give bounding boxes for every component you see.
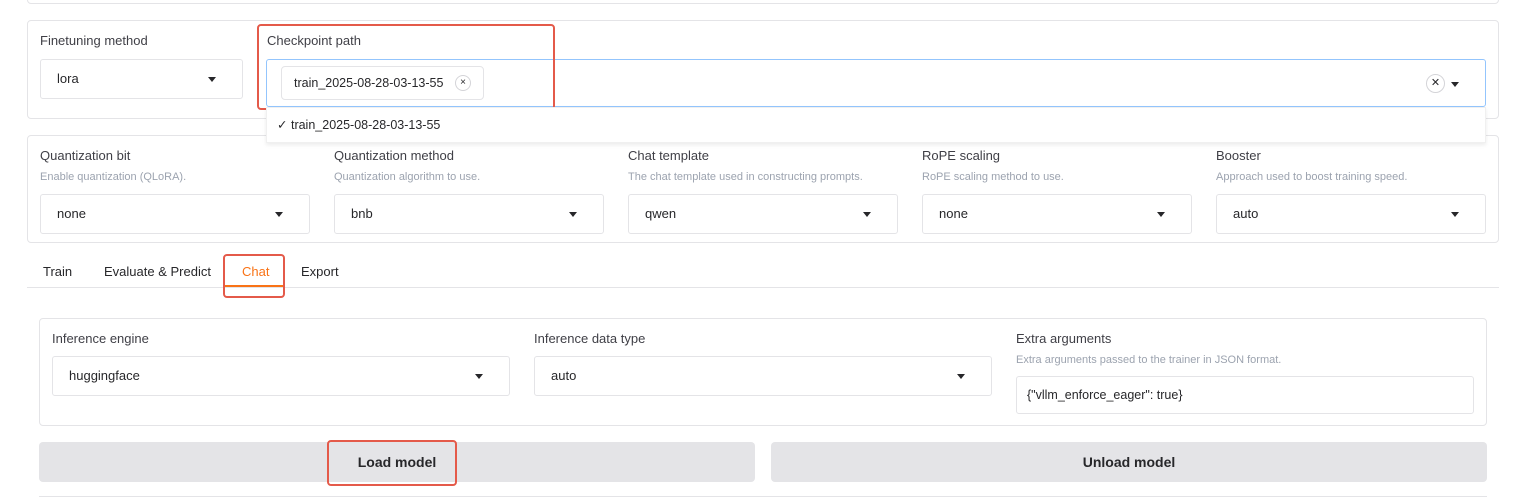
next-panel-edge <box>39 496 1487 500</box>
tab-evaluate-predict[interactable]: Evaluate & Predict <box>104 264 211 279</box>
extra-arguments-info: Extra arguments passed to the trainer in… <box>1016 354 1282 366</box>
checkpoint-option-label: train_2025-08-28-03-13-55 <box>290 118 441 132</box>
extra-arguments-label: Extra arguments <box>1016 331 1112 346</box>
extra-arguments-input[interactable]: {"vllm_enforce_eager": true} <box>1016 376 1474 414</box>
inference-dtype-label: Inference data type <box>534 331 646 346</box>
quantization-method-dropdown[interactable]: bnb <box>334 194 604 234</box>
chevron-down-icon <box>863 212 871 217</box>
inference-engine-value: huggingface <box>69 368 140 383</box>
quantization-method-label: Quantization method <box>334 148 454 163</box>
previous-panel-edge <box>27 0 1499 4</box>
tab-bar-divider <box>27 287 1499 288</box>
checkpoint-option[interactable]: ✓ train_2025-08-28-03-13-55 <box>277 117 440 132</box>
checkpoint-path-label: Checkpoint path <box>267 33 361 48</box>
rope-scaling-dropdown[interactable]: none <box>922 194 1192 234</box>
checkpoint-token: train_2025-08-28-03-13-55 × <box>281 66 484 100</box>
inference-engine-label: Inference engine <box>52 331 149 346</box>
rope-scaling-value: none <box>939 206 968 221</box>
quantization-bit-label: Quantization bit <box>40 148 131 163</box>
inference-dtype-dropdown[interactable]: auto <box>534 356 992 396</box>
tab-train[interactable]: Train <box>43 264 72 279</box>
finetuning-method-value: lora <box>57 71 79 86</box>
checkpoint-options-list: ✓ train_2025-08-28-03-13-55 <box>266 107 1486 143</box>
tab-chat-underline <box>225 285 284 287</box>
booster-label: Booster <box>1216 148 1261 163</box>
tab-chat[interactable]: Chat <box>242 264 269 279</box>
quantization-method-info: Quantization algorithm to use. <box>334 171 481 183</box>
quantization-method-value: bnb <box>351 206 373 221</box>
quantization-bit-dropdown[interactable]: none <box>40 194 310 234</box>
chevron-down-icon <box>1157 212 1165 217</box>
clear-selection-icon[interactable]: ✕ <box>1426 74 1445 93</box>
extra-arguments-value: {"vllm_enforce_eager": true} <box>1027 388 1183 402</box>
chat-template-info: The chat template used in constructing p… <box>628 171 863 183</box>
booster-value: auto <box>1233 206 1259 221</box>
tab-export[interactable]: Export <box>301 264 339 279</box>
chevron-down-icon <box>1451 212 1459 217</box>
booster-dropdown[interactable]: auto <box>1216 194 1486 234</box>
unload-model-button[interactable]: Unload model <box>771 442 1487 482</box>
rope-scaling-label: RoPE scaling <box>922 148 1001 163</box>
rope-scaling-info: RoPE scaling method to use. <box>922 171 1064 183</box>
chevron-down-icon <box>275 212 283 217</box>
chat-template-dropdown[interactable]: qwen <box>628 194 898 234</box>
checkpoint-path-multiselect[interactable]: train_2025-08-28-03-13-55 × ✕ <box>266 59 1486 107</box>
finetuning-method-label: Finetuning method <box>40 33 148 48</box>
load-model-button[interactable]: Load model <box>39 442 755 482</box>
chevron-down-icon <box>475 374 483 379</box>
chat-template-value: qwen <box>645 206 677 221</box>
inference-dtype-value: auto <box>551 368 577 383</box>
token-remove-icon[interactable]: × <box>455 75 471 91</box>
booster-info: Approach used to boost training speed. <box>1216 171 1408 183</box>
inference-engine-dropdown[interactable]: huggingface <box>52 356 510 396</box>
chevron-down-icon <box>957 374 965 379</box>
checkpoint-token-label: train_2025-08-28-03-13-55 <box>294 76 444 90</box>
chevron-down-icon[interactable] <box>1451 82 1459 87</box>
quantization-bit-value: none <box>57 206 86 221</box>
chevron-down-icon <box>208 77 216 82</box>
finetuning-method-dropdown[interactable]: lora <box>40 59 243 99</box>
chevron-down-icon <box>569 212 577 217</box>
check-icon: ✓ <box>277 118 288 132</box>
quantization-bit-info: Enable quantization (QLoRA). <box>40 171 187 183</box>
chat-template-label: Chat template <box>628 148 709 163</box>
